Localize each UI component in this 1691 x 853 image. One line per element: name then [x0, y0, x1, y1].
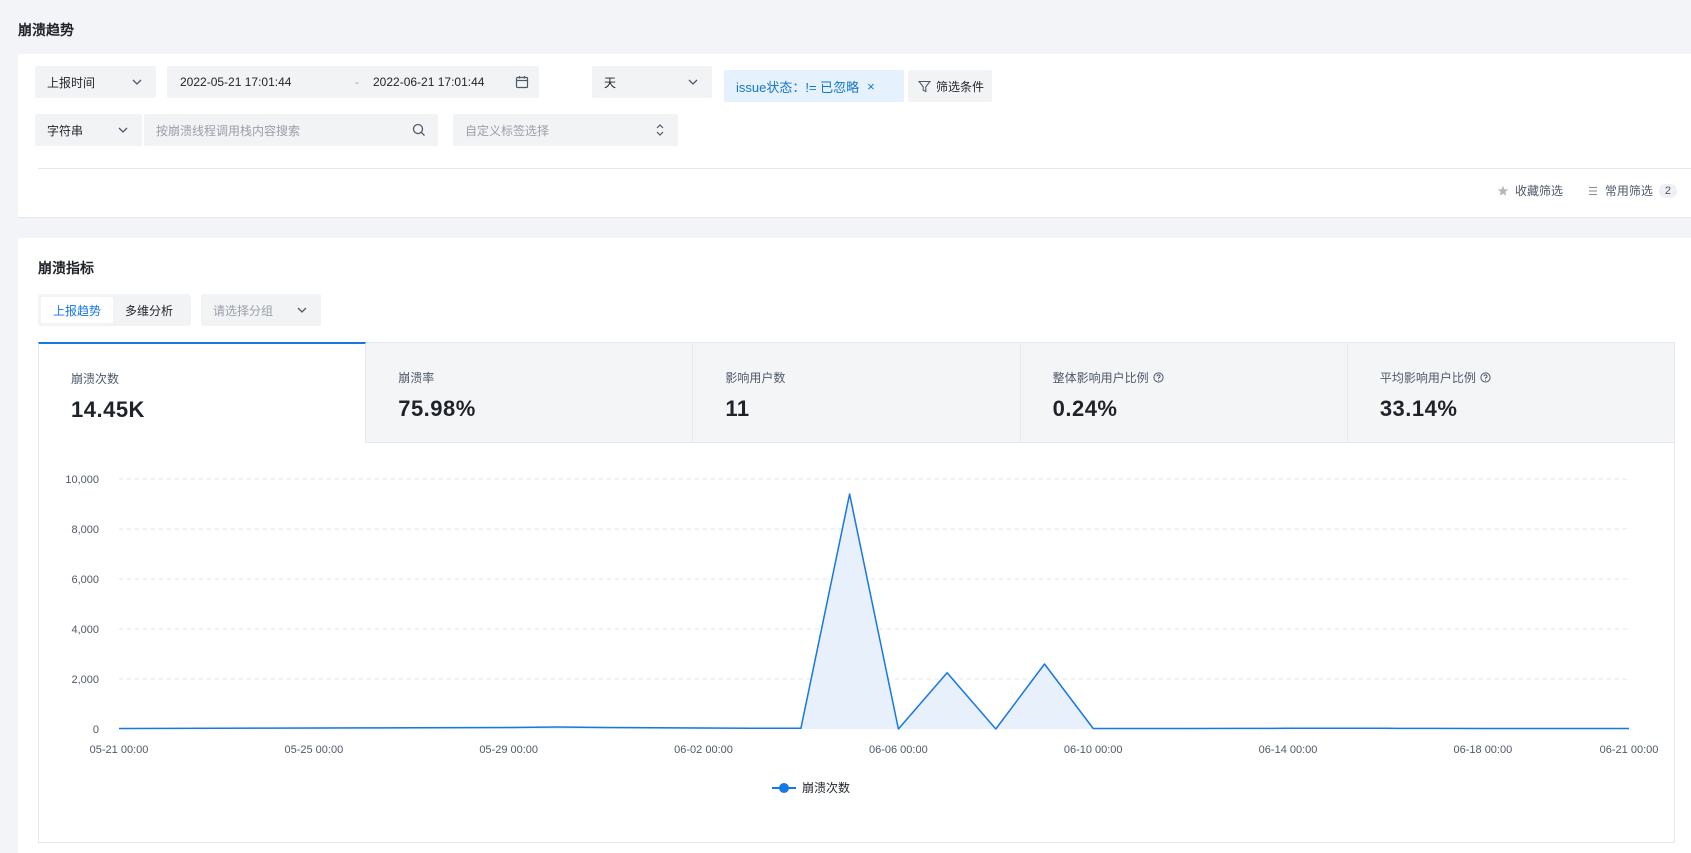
- legend-marker: [779, 783, 789, 793]
- view-tabs: 上报趋势 多维分析: [38, 294, 191, 326]
- calendar-icon: [515, 76, 529, 89]
- stack-search-input[interactable]: 按崩溃线程调用栈内容搜索: [144, 114, 438, 146]
- metric-value: 33.14%: [1379, 396, 1458, 421]
- filter-conditions-label: 筛选条件: [936, 79, 985, 94]
- granularity-label: 天: [604, 75, 617, 90]
- x-tick-label: 06-18 00:00: [1454, 744, 1513, 756]
- y-tick-label: 4,000: [71, 624, 99, 636]
- issue-status-tag[interactable]: issue状态：!= 已忽略 ×: [724, 70, 904, 102]
- tab-multi-dim-analysis[interactable]: 多维分析: [113, 297, 185, 323]
- granularity-select[interactable]: 天: [592, 66, 712, 98]
- date-start[interactable]: 2022-05-21 17:01:44: [180, 75, 291, 89]
- x-tick-label: 06-10 00:00: [1064, 744, 1123, 756]
- funnel-icon: [918, 80, 931, 92]
- metric-label: 崩溃次数: [71, 372, 120, 386]
- metric-card-overall-user-ratio[interactable]: 整体影响用户比例 0.24%: [1020, 342, 1348, 443]
- time-type-label: 上报时间: [47, 75, 96, 90]
- list-icon: [1588, 186, 1597, 195]
- group-select-placeholder: 请选择分组: [213, 303, 274, 318]
- issue-status-label: issue状态：!= 已忽略: [736, 79, 860, 95]
- help-circle-icon[interactable]: [1153, 372, 1164, 383]
- common-filter-count-badge: 2: [1658, 183, 1677, 198]
- custom-tag-select[interactable]: 自定义标签选择: [453, 114, 678, 146]
- common-filter-label: 常用筛选: [1604, 184, 1653, 198]
- metric-cards: 崩溃次数 14.45K 崩溃率 75.98% 影响用户数 11 整体影响用户比例…: [38, 342, 1676, 443]
- legend-label: 崩溃次数: [802, 780, 850, 795]
- time-type-select[interactable]: 上报时间: [35, 66, 156, 98]
- filter-conditions-button[interactable]: 筛选条件: [908, 70, 992, 102]
- metric-card-crash-rate[interactable]: 崩溃率 75.98%: [366, 342, 694, 443]
- up-down-arrows-icon: [656, 124, 664, 136]
- common-filter-button[interactable]: 常用筛选 2: [1587, 182, 1677, 199]
- chevron-down-icon: [118, 127, 128, 133]
- y-tick-label: 10,000: [65, 474, 99, 486]
- metric-card-crash-count[interactable]: 崩溃次数 14.45K: [38, 342, 367, 443]
- chevron-down-icon: [688, 79, 698, 85]
- x-tick-label: 06-14 00:00: [1259, 744, 1318, 756]
- chevron-down-icon: [297, 307, 307, 313]
- metric-value: 11: [725, 396, 750, 421]
- crash-trend-chart: 0 2,000 4,000 6,000 8,000 10,000 05-21 00:00 05…: [38, 443, 1675, 843]
- search-icon[interactable]: [412, 123, 426, 137]
- favorite-filter-label: 收藏筛选: [1514, 184, 1563, 198]
- metric-label: 平均影响用户比例: [1379, 371, 1476, 385]
- metric-label: 影响用户数: [725, 371, 786, 385]
- date-range-picker[interactable]: 2022-05-21 17:01:44 - 2022-06-21 17:01:4…: [167, 66, 539, 98]
- metric-label: 崩溃率: [398, 371, 435, 385]
- filter-divider: [38, 168, 1691, 169]
- page-title: 崩溃趋势: [18, 22, 74, 38]
- filter-panel: 上报时间 2022-05-21 17:01:44 - 2022-06-21 17…: [18, 54, 1691, 218]
- y-tick-label: 6,000: [71, 574, 99, 586]
- metric-label: 整体影响用户比例: [1052, 371, 1149, 385]
- date-end[interactable]: 2022-06-21 17:01:44: [373, 75, 484, 89]
- metric-value: 75.98%: [398, 396, 476, 421]
- x-tick-label: 05-25 00:00: [284, 744, 343, 756]
- metric-value: 0.24%: [1052, 396, 1118, 421]
- metrics-panel: 崩溃指标 上报趋势 多维分析 请选择分组 崩溃次数 14.45K 崩溃率 75.…: [18, 238, 1691, 853]
- y-tick-label: 8,000: [71, 524, 99, 536]
- search-type-label: 字符串: [47, 123, 84, 138]
- y-tick-label: 2,000: [71, 674, 99, 686]
- metric-value: 14.45K: [71, 397, 145, 422]
- y-tick-label: 0: [93, 724, 99, 736]
- stack-search-placeholder: 按崩溃线程调用栈内容搜索: [156, 123, 301, 138]
- close-icon[interactable]: ×: [867, 79, 875, 94]
- metrics-section-title: 崩溃指标: [38, 260, 94, 276]
- x-tick-label: 05-21 00:00: [90, 744, 149, 756]
- custom-tag-placeholder: 自定义标签选择: [465, 123, 550, 138]
- chevron-down-icon: [132, 79, 142, 85]
- favorite-filter-button[interactable]: 收藏筛选: [1497, 182, 1563, 199]
- date-separator: -: [355, 75, 359, 89]
- x-tick-label: 05-29 00:00: [479, 744, 538, 756]
- tab-report-trend[interactable]: 上报趋势: [41, 297, 114, 323]
- group-select[interactable]: 请选择分组: [201, 294, 321, 326]
- chart-svg: 0 2,000 4,000 6,000 8,000 10,000 05-21 00:00 05…: [65, 474, 1659, 795]
- search-type-select[interactable]: 字符串: [35, 114, 142, 146]
- x-tick-label: 06-21 00:00: [1600, 744, 1659, 756]
- star-icon: [1497, 185, 1509, 196]
- x-tick-label: 06-02 00:00: [674, 744, 733, 756]
- metric-card-affected-users[interactable]: 影响用户数 11: [693, 342, 1021, 443]
- help-circle-icon[interactable]: [1480, 372, 1491, 383]
- metric-card-avg-user-ratio[interactable]: 平均影响用户比例 33.14%: [1347, 342, 1676, 443]
- x-tick-label: 06-06 00:00: [869, 744, 928, 756]
